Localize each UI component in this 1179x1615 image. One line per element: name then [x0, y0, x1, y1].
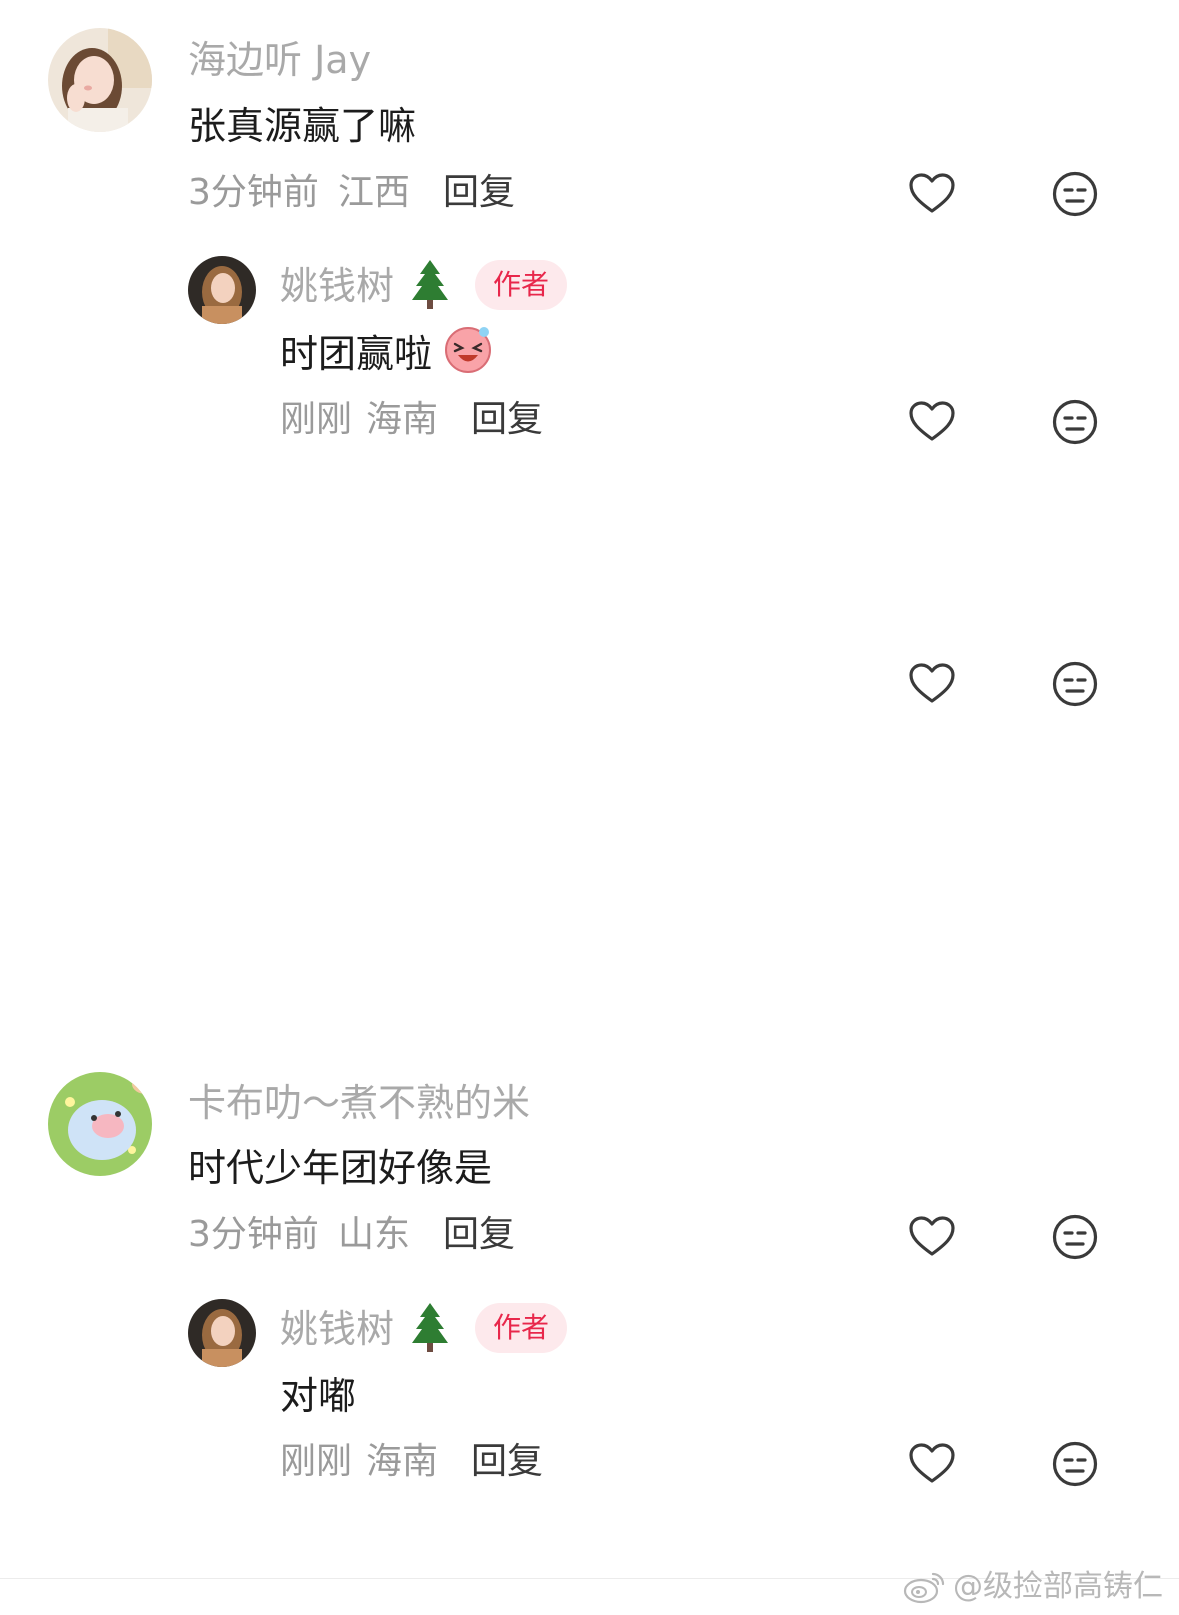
reply-location: 海南: [366, 1441, 439, 1482]
reply-time: 刚刚: [280, 399, 353, 440]
reply-button[interactable]: 回复: [443, 175, 515, 211]
comment-text: 时代少年团好像是: [188, 1146, 493, 1190]
reply-time: 刚刚: [280, 1441, 353, 1482]
heart-outline-icon[interactable]: [908, 170, 956, 218]
reply-button[interactable]: 回复: [471, 402, 543, 438]
laughing-face-sticker-icon: [442, 322, 494, 374]
author-badge: 作者: [475, 1303, 568, 1353]
neutral-face-icon[interactable]: [1051, 170, 1099, 218]
comment-username[interactable]: 卡布叻～煮不熟的米: [188, 1084, 530, 1122]
heart-outline-icon[interactable]: [908, 1440, 956, 1488]
reply-text: 时团赢啦: [280, 332, 433, 376]
comment-username[interactable]: 海边听 Jay: [188, 41, 371, 79]
heart-outline-icon[interactable]: [908, 1213, 956, 1261]
evergreen-tree-icon: [410, 1301, 450, 1353]
evergreen-tree-icon: [410, 258, 450, 310]
reply-button[interactable]: 回复: [471, 1444, 543, 1480]
avatar[interactable]: [188, 1299, 256, 1367]
avatar[interactable]: [48, 28, 152, 132]
reply-location: 海南: [366, 399, 439, 440]
heart-outline-icon[interactable]: [908, 660, 956, 708]
comment-location: 江西: [338, 172, 411, 213]
comment-time: 3分钟前: [188, 172, 319, 213]
reply-text: 对嘟: [280, 1374, 357, 1418]
neutral-face-icon[interactable]: [1051, 398, 1099, 446]
neutral-face-icon[interactable]: [1051, 660, 1099, 708]
comment-text: 张真源赢了嘛: [188, 104, 417, 148]
watermark-text: @级捡部高铸仁: [953, 1569, 1163, 1604]
avatar[interactable]: [188, 256, 256, 324]
heart-outline-icon[interactable]: [908, 398, 956, 446]
reply-button[interactable]: 回复: [443, 1217, 515, 1253]
reply-username[interactable]: 姚钱树: [280, 1310, 394, 1348]
avatar[interactable]: [48, 1072, 152, 1176]
weibo-logo-icon: [903, 1570, 947, 1604]
comment-time: 3分钟前: [188, 1214, 319, 1255]
reply-username[interactable]: 姚钱树: [280, 267, 394, 305]
neutral-face-icon[interactable]: [1051, 1440, 1099, 1488]
neutral-face-icon[interactable]: [1051, 1213, 1099, 1261]
author-badge: 作者: [475, 260, 568, 310]
comment-location: 山东: [338, 1214, 411, 1255]
watermark: @级捡部高铸仁: [903, 1570, 1163, 1604]
